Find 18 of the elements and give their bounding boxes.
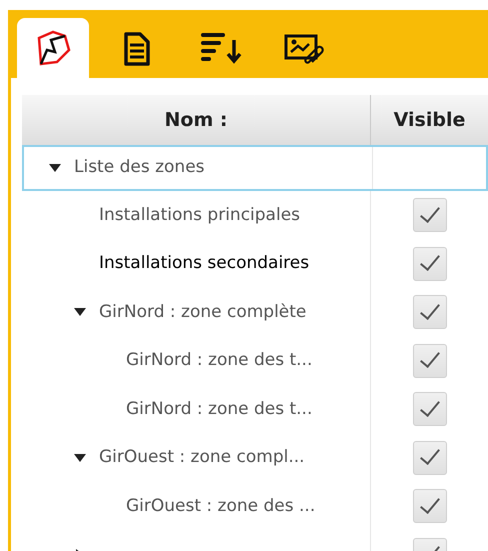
visible-checkbox[interactable] <box>413 344 447 378</box>
visible-checkbox[interactable] <box>413 489 447 524</box>
visible-checkbox[interactable] <box>413 392 447 426</box>
tree-item-label[interactable]: Installations principales <box>99 202 300 228</box>
tree-item-label[interactable]: Liste des zones <box>74 155 205 181</box>
tree-item-label[interactable]: GirOuest : zone des ... <box>126 494 316 519</box>
tree-item-label[interactable]: GirNord : zone des t... <box>126 396 312 422</box>
visible-checkbox[interactable] <box>413 440 447 475</box>
visible-checkbox[interactable] <box>413 295 447 330</box>
tree-item-label[interactable]: Installations secondaires <box>99 251 310 276</box>
column-header[interactable]: Visible <box>370 95 488 145</box>
tab[interactable] <box>17 18 89 78</box>
tree-item-label[interactable]: GirOuest : zone compl... <box>99 445 305 470</box>
visible-checkbox[interactable] <box>413 198 447 232</box>
column-header[interactable]: Nom : <box>22 95 370 145</box>
tree-item-label[interactable]: GirNord : zone des t... <box>126 348 312 374</box>
tree-item-label[interactable]: GirNord : zone complète <box>99 300 306 325</box>
visible-checkbox[interactable] <box>413 246 447 281</box>
